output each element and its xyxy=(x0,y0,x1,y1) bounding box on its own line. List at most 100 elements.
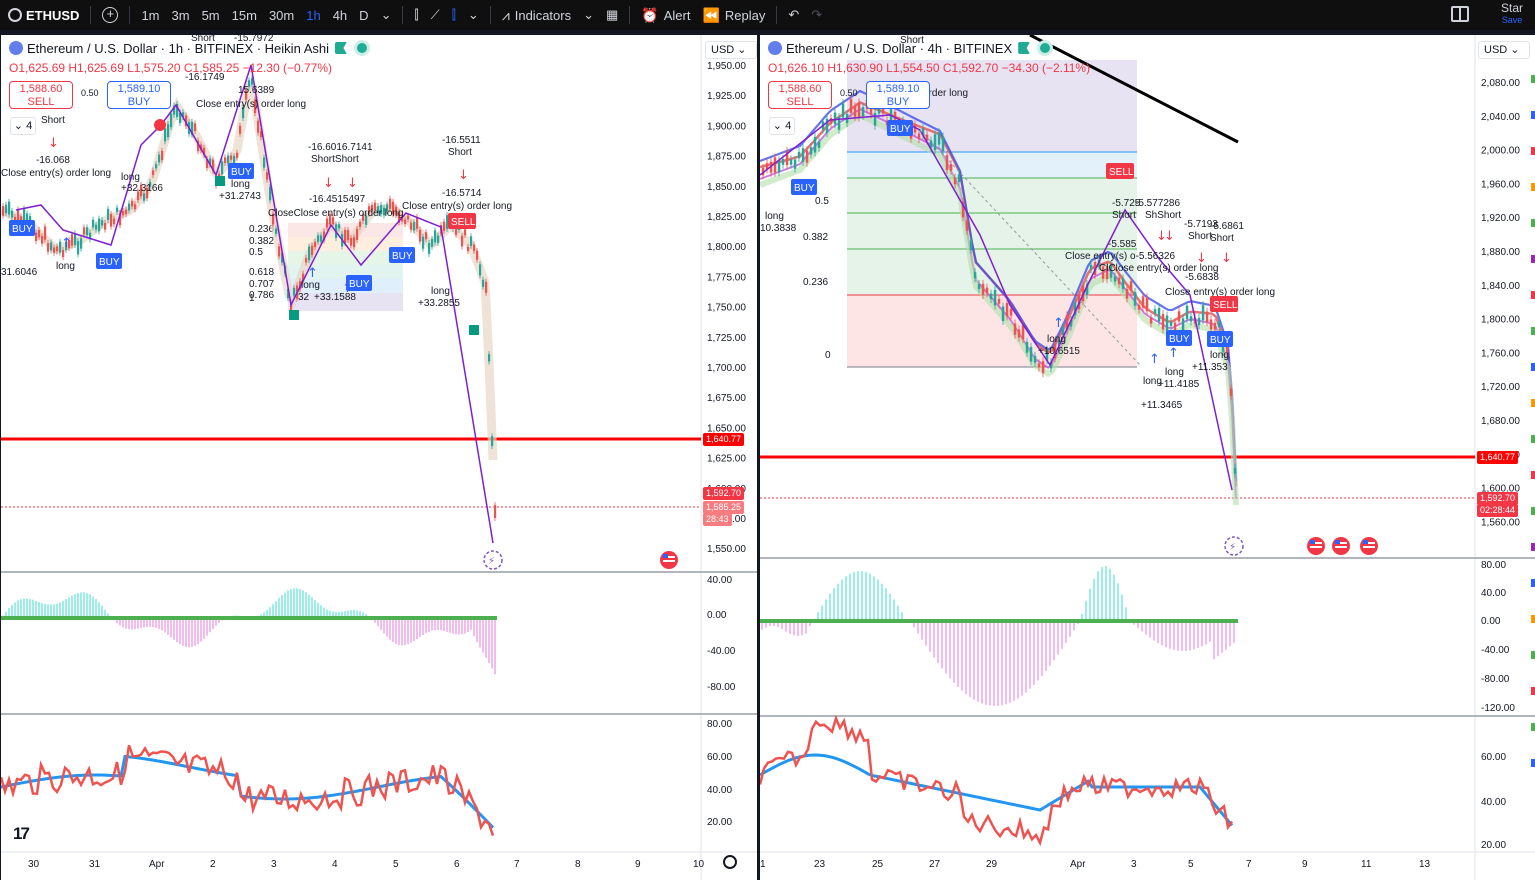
interval-30m[interactable]: 30m xyxy=(263,0,300,30)
templates-button[interactable]: ▦ xyxy=(600,0,624,30)
sell-label: SELL xyxy=(27,96,55,108)
interval-3m[interactable]: 3m xyxy=(166,0,196,30)
sell-button[interactable]: 1,588.60 SELL xyxy=(768,81,832,109)
buy-signal-badge[interactable]: BUY xyxy=(96,253,122,269)
buy-button[interactable]: 1,589.10 BUY xyxy=(107,81,171,109)
price-tick-label: 1,700.00 xyxy=(707,363,746,374)
trade-annotation: +11.3465 xyxy=(1141,400,1183,411)
indicators-dropdown[interactable]: ⌄ xyxy=(577,0,600,30)
sell-signal-badge[interactable]: SELL xyxy=(1106,163,1134,179)
time-tick-label: 7 xyxy=(514,859,520,870)
candle xyxy=(1177,311,1181,322)
candle xyxy=(965,220,969,231)
price-tick-label: 1,880.00 xyxy=(1481,247,1520,258)
layout-toggle-icon[interactable] xyxy=(1451,6,1469,22)
buy-signal-badge[interactable]: BUY xyxy=(1166,330,1192,346)
candle-style-button[interactable]: ⫿ xyxy=(408,0,424,30)
lightning-event-icon[interactable]: ⚡ xyxy=(1224,536,1244,556)
alert-button[interactable]: ⏰ Alert xyxy=(635,0,696,30)
down-arrow-icon: ↓ xyxy=(1221,251,1232,266)
compare-button[interactable]: + xyxy=(96,0,124,30)
check-icon[interactable] xyxy=(215,176,225,186)
sell-button[interactable]: 1,588.60 SELL xyxy=(9,81,73,109)
indicators-collapse-button[interactable]: ⌄ 4 xyxy=(769,117,795,135)
buy-signal-badge[interactable]: BUY xyxy=(9,220,35,236)
style-dropdown[interactable]: ⌄ xyxy=(462,0,485,30)
candle xyxy=(773,157,777,173)
bar-style-button[interactable]: ⫿ xyxy=(446,0,462,30)
price-tick-label: 1,925.00 xyxy=(707,91,746,102)
currency-selector[interactable]: USD ⌄ xyxy=(705,41,757,59)
candle xyxy=(789,159,793,165)
interval-dropdown[interactable]: ⌄ xyxy=(375,0,398,30)
candle xyxy=(1025,341,1029,353)
edge-marker xyxy=(1531,111,1535,119)
us-flag-event-icon[interactable] xyxy=(660,551,678,569)
sell-signal-badge[interactable]: SELL xyxy=(448,213,476,229)
left-chart-pane[interactable]: 0.236 0.382 0.5 0.618 0.707 0.786 1 1,950.00 1,… xyxy=(1,35,757,880)
buy-signal-badge[interactable]: BUY xyxy=(887,120,913,136)
interval-15m[interactable]: 15m xyxy=(226,0,263,30)
save-button[interactable]: Star Save xyxy=(1501,2,1523,26)
remove-icon[interactable] xyxy=(154,119,166,131)
bars-icon: ⫿ xyxy=(451,7,456,22)
candle xyxy=(849,98,853,113)
right-chart-canvas[interactable]: 0.5 0.382 0.236 0 2,080.00 2,040.00 2,000.00 1… xyxy=(760,35,1535,880)
line-style-button[interactable]: ⟋ xyxy=(425,0,446,30)
time-tick-label: 9 xyxy=(635,859,641,870)
undo-button[interactable]: ↶ xyxy=(782,0,805,30)
replay-button[interactable]: ⏪ Replay xyxy=(696,0,771,30)
flag-icon[interactable] xyxy=(1018,42,1031,54)
check-icon[interactable] xyxy=(469,325,479,335)
symbol-search[interactable]: ETHUSD xyxy=(0,0,85,30)
rsi-tick-label: 20.00 xyxy=(707,817,732,828)
candle xyxy=(437,235,440,243)
left-chart-canvas[interactable]: 0.2360.3820.50.6180.7070.7861 1,950.001,… xyxy=(1,35,757,880)
trade-annotation: long xyxy=(301,280,320,291)
buy-signal-badge[interactable]: BUY xyxy=(1207,331,1233,347)
us-flag-event-icon[interactable] xyxy=(1307,537,1325,555)
indicators-button[interactable]: ⩘ Indicators xyxy=(496,0,577,30)
candle xyxy=(158,154,161,163)
interval-1m[interactable]: 1m xyxy=(135,0,165,30)
sell-signal-badge[interactable]: SELL xyxy=(1210,296,1238,312)
interval-D[interactable]: D xyxy=(353,0,374,30)
interval-5m[interactable]: 5m xyxy=(196,0,226,30)
candle xyxy=(404,219,407,225)
candle xyxy=(320,235,323,242)
buy-signal-badge[interactable]: BUY xyxy=(791,179,817,195)
interval-4h[interactable]: 4h xyxy=(327,0,353,30)
candle xyxy=(230,155,233,160)
buy-button[interactable]: 1,589.10 BUY xyxy=(866,81,930,109)
price-tick-label: 2,080.00 xyxy=(1481,78,1520,89)
candle xyxy=(8,201,11,215)
chart-legend[interactable]: Ethereum / U.S. Dollar · 1h · BITFINEX ·… xyxy=(9,41,367,56)
candle xyxy=(443,221,446,231)
check-icon[interactable] xyxy=(289,310,299,320)
tradingview-logo[interactable]: 17 xyxy=(13,824,30,844)
trade-annotation: long xyxy=(1143,376,1162,387)
gear-icon[interactable] xyxy=(723,855,737,869)
buy-signal-badge[interactable]: BUY xyxy=(228,163,254,179)
chart-legend[interactable]: Ethereum / U.S. Dollar · 4h · BITFINEX xyxy=(768,41,1051,56)
divider xyxy=(129,6,131,24)
indicators-collapse-button[interactable]: ⌄ 4 xyxy=(10,117,36,135)
alert-label: Alert xyxy=(663,7,691,23)
candle xyxy=(110,213,113,227)
time-tick-label: 31 xyxy=(89,859,101,870)
rsi-line xyxy=(760,714,1234,847)
price-tick-label: 1,750.00 xyxy=(707,303,746,314)
redo-button[interactable]: ↷ xyxy=(805,0,828,30)
time-tick-label: 2 xyxy=(210,859,216,870)
spread-value: 0.50 xyxy=(81,88,99,98)
lightning-event-icon[interactable]: ⚡ xyxy=(483,550,503,570)
interval-1h[interactable]: 1h xyxy=(300,0,326,30)
us-flag-event-icon[interactable] xyxy=(1332,537,1350,555)
currency-selector[interactable]: USD ⌄ xyxy=(1478,41,1530,59)
candle xyxy=(473,244,476,251)
flag-icon[interactable] xyxy=(334,42,347,54)
buy-signal-badge[interactable]: BUY xyxy=(389,247,415,263)
right-chart-pane[interactable]: 0.5 0.382 0.236 0 2,080.00 2,040.00 2,000.00 1… xyxy=(760,35,1535,880)
us-flag-event-icon[interactable] xyxy=(1360,537,1378,555)
candles-icon: ⫿ xyxy=(414,7,419,22)
